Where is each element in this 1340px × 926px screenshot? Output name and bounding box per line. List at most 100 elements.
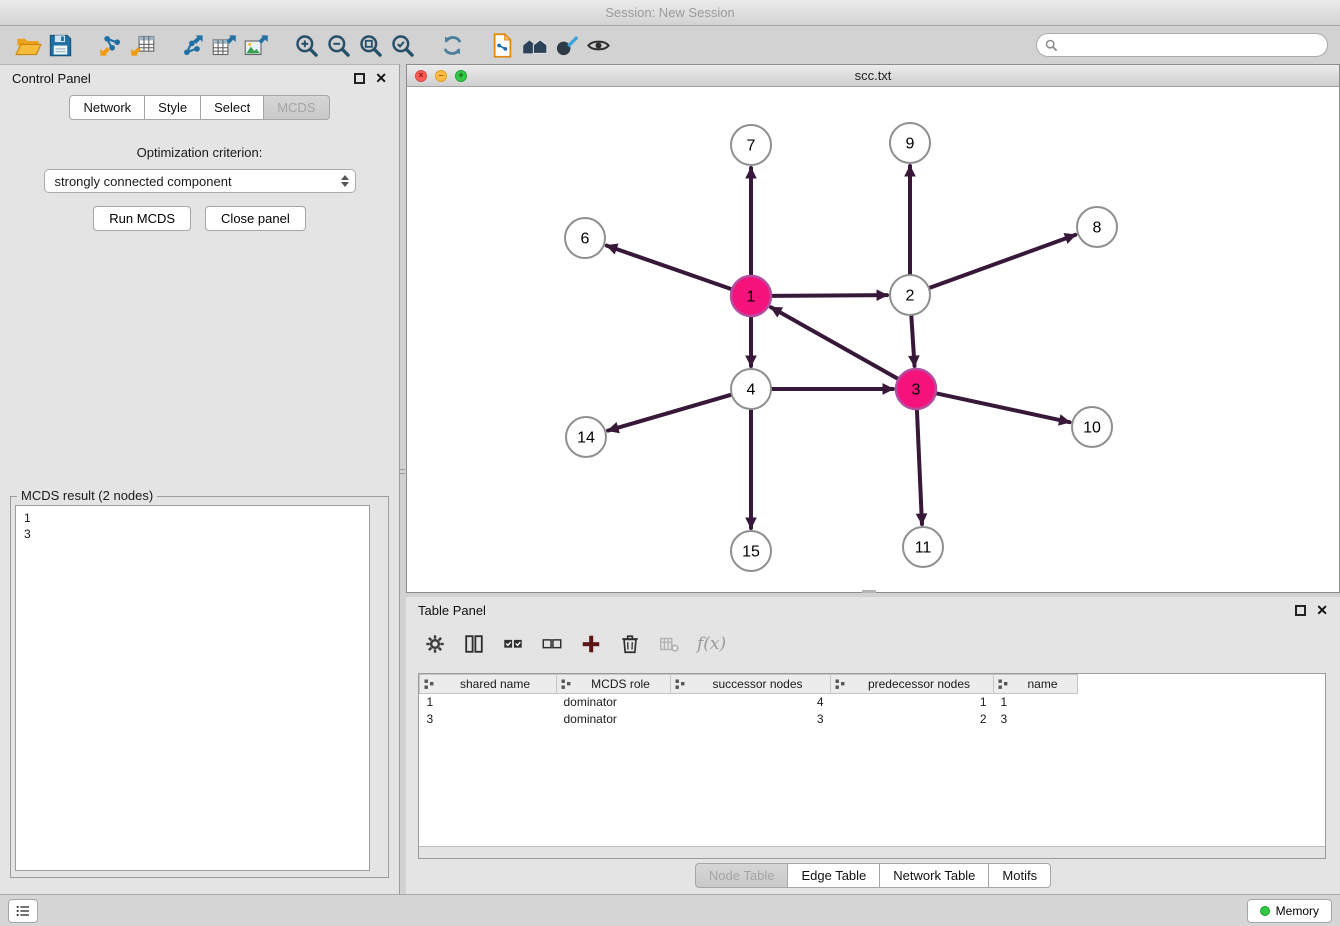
horizontal-scrollbar[interactable]: [419, 846, 1325, 858]
cell-name[interactable]: 1: [994, 694, 1078, 711]
graph-edge-3-10[interactable]: [936, 393, 1070, 422]
snapshot-icon: [489, 32, 516, 59]
cell-mcds-role[interactable]: dominator: [557, 694, 671, 711]
import-network-icon: [97, 32, 124, 59]
zoom-window-icon[interactable]: +: [455, 70, 467, 82]
graph-node-8[interactable]: 8: [1077, 207, 1117, 247]
deselect-all-button[interactable]: [537, 629, 567, 659]
graph-edge-1-2[interactable]: [771, 295, 887, 296]
zoom-selected-button[interactable]: [386, 29, 418, 61]
network-window-titlebar[interactable]: scc.txt × – +: [407, 65, 1339, 87]
graph-node-11[interactable]: 11: [903, 527, 943, 567]
mcds-result-text[interactable]: 1 3: [15, 505, 370, 871]
graph-node-3[interactable]: 3: [896, 369, 936, 409]
graph-node-1[interactable]: 1: [731, 276, 771, 316]
cell-predecessor-nodes[interactable]: 1: [831, 694, 994, 711]
graph-node-15[interactable]: 15: [731, 531, 771, 571]
column-header-name[interactable]: name: [994, 675, 1078, 694]
close-window-icon[interactable]: ×: [415, 70, 427, 82]
tab-mcds[interactable]: MCDS: [264, 95, 329, 120]
import-network-button[interactable]: [94, 29, 126, 61]
table-row[interactable]: 1 dominator 4 1 1: [420, 694, 1078, 711]
column-header-successor-nodes[interactable]: successor nodes: [671, 675, 831, 694]
cell-successor-nodes[interactable]: 4: [671, 694, 831, 711]
graph-edge-2-8[interactable]: [929, 235, 1076, 288]
search-input[interactable]: [1063, 38, 1319, 52]
minimize-window-icon[interactable]: –: [435, 70, 447, 82]
list-icon: [15, 903, 31, 919]
graph-node-14[interactable]: 14: [566, 417, 606, 457]
criterion-dropdown[interactable]: strongly connected component: [44, 169, 356, 193]
control-panel-tabs: Network Style Select MCDS: [0, 95, 399, 120]
open-session-button[interactable]: [12, 29, 44, 61]
float-table-panel-icon[interactable]: [1295, 605, 1306, 616]
zoom-fit-icon: [357, 32, 384, 59]
zoom-fit-button[interactable]: [354, 29, 386, 61]
tab-network-table[interactable]: Network Table: [880, 863, 989, 888]
cell-shared-name[interactable]: 3: [420, 711, 557, 728]
select-all-button[interactable]: [498, 629, 528, 659]
cell-mcds-role[interactable]: dominator: [557, 711, 671, 728]
cell-predecessor-nodes[interactable]: 2: [831, 711, 994, 728]
cell-shared-name[interactable]: 1: [420, 694, 557, 711]
save-session-button[interactable]: [44, 29, 76, 61]
close-panel-icon[interactable]: ✕: [375, 71, 387, 85]
graph-node-10[interactable]: 10: [1072, 407, 1112, 447]
tab-node-table[interactable]: Node Table: [695, 863, 789, 888]
tab-network[interactable]: Network: [69, 95, 145, 120]
import-table-button[interactable]: [126, 29, 158, 61]
add-column-button[interactable]: [576, 629, 606, 659]
column-label: successor nodes: [712, 677, 802, 691]
function-builder-button[interactable]: f(x): [693, 634, 726, 654]
close-table-panel-icon[interactable]: ✕: [1316, 603, 1328, 617]
delete-table-button[interactable]: [654, 629, 684, 659]
tab-motifs[interactable]: Motifs: [989, 863, 1051, 888]
run-mcds-button[interactable]: Run MCDS: [93, 206, 191, 231]
graph-node-7[interactable]: 7: [731, 125, 771, 165]
graph-edge-2-3[interactable]: [911, 315, 914, 366]
graph-node-9[interactable]: 9: [890, 123, 930, 163]
cell-successor-nodes[interactable]: 3: [671, 711, 831, 728]
close-panel-button[interactable]: Close panel: [205, 206, 306, 231]
snapshot-button[interactable]: [486, 29, 518, 61]
columns-icon: [463, 633, 485, 655]
delete-column-button[interactable]: [615, 629, 645, 659]
svg-text:1: 1: [747, 289, 756, 306]
network-canvas[interactable]: 7 9 6 8 1 2 3 4 14 10 15 11: [407, 87, 1339, 592]
show-hide-button[interactable]: [582, 29, 614, 61]
zoom-in-button[interactable]: [290, 29, 322, 61]
table-settings-button[interactable]: [420, 629, 450, 659]
column-header-shared-name[interactable]: shared name: [420, 675, 557, 694]
memory-button[interactable]: Memory: [1247, 899, 1332, 923]
show-columns-button[interactable]: [459, 629, 489, 659]
tab-style[interactable]: Style: [145, 95, 201, 120]
graph-node-2[interactable]: 2: [890, 275, 930, 315]
column-header-mcds-role[interactable]: MCDS role: [557, 675, 671, 694]
svg-text:8: 8: [1093, 220, 1102, 237]
graph-edge-4-14[interactable]: [608, 395, 732, 431]
home-button[interactable]: [518, 29, 550, 61]
graph-node-6[interactable]: 6: [565, 218, 605, 258]
panel-splitter-handle[interactable]: [400, 460, 405, 482]
criterion-dropdown-value: strongly connected component: [55, 174, 341, 189]
export-table-button[interactable]: [208, 29, 240, 61]
svg-text:9: 9: [906, 136, 915, 153]
table-row[interactable]: 3 dominator 3 2 3: [420, 711, 1078, 728]
zoom-out-button[interactable]: [322, 29, 354, 61]
graph-node-4[interactable]: 4: [731, 369, 771, 409]
export-network-button[interactable]: [176, 29, 208, 61]
refresh-button[interactable]: [436, 29, 468, 61]
export-image-button[interactable]: [240, 29, 272, 61]
graph-edge-3-1[interactable]: [771, 307, 899, 379]
search-box[interactable]: [1036, 33, 1328, 57]
graph-edge-1-6[interactable]: [607, 246, 732, 290]
float-panel-icon[interactable]: [354, 73, 365, 84]
horizontal-splitter-handle[interactable]: [862, 590, 876, 593]
graph-edge-3-11[interactable]: [917, 409, 922, 524]
style-button[interactable]: [550, 29, 582, 61]
column-header-predecessor-nodes[interactable]: predecessor nodes: [831, 675, 994, 694]
tab-edge-table[interactable]: Edge Table: [788, 863, 880, 888]
tab-select[interactable]: Select: [201, 95, 264, 120]
cell-name[interactable]: 3: [994, 711, 1078, 728]
task-history-button[interactable]: [8, 899, 38, 923]
